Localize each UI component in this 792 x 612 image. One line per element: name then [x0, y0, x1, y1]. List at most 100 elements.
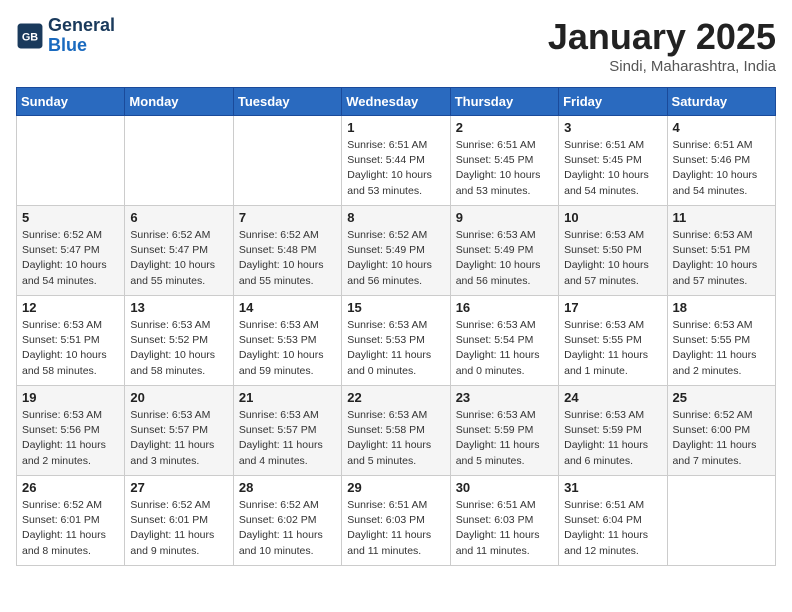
- day-number: 29: [347, 480, 444, 495]
- day-info: Sunrise: 6:53 AMSunset: 5:54 PMDaylight:…: [456, 318, 553, 379]
- calendar-cell: 17 Sunrise: 6:53 AMSunset: 5:55 PMDayligh…: [559, 296, 667, 386]
- day-info: Sunrise: 6:52 AMSunset: 6:01 PMDaylight:…: [130, 498, 227, 559]
- day-info: Sunrise: 6:51 AMSunset: 5:44 PMDaylight:…: [347, 138, 444, 199]
- location-subtitle: Sindi, Maharashtra, India: [548, 58, 776, 75]
- calendar-cell: 2 Sunrise: 6:51 AMSunset: 5:45 PMDaylight…: [450, 116, 558, 206]
- calendar-cell: [667, 476, 775, 566]
- calendar-cell: 23 Sunrise: 6:53 AMSunset: 5:59 PMDayligh…: [450, 386, 558, 476]
- calendar-cell: 27 Sunrise: 6:52 AMSunset: 6:01 PMDayligh…: [125, 476, 233, 566]
- day-info: Sunrise: 6:52 AMSunset: 5:48 PMDaylight:…: [239, 228, 336, 289]
- calendar-cell: 18Sunrise: 6:53 AMSunset: 5:55 PMDayligh…: [667, 296, 775, 386]
- calendar-table: SundayMondayTuesdayWednesdayThursdayFrid…: [16, 87, 776, 566]
- calendar-cell: 1Sunrise: 6:51 AMSunset: 5:44 PMDaylight…: [342, 116, 450, 206]
- day-info: Sunrise: 6:53 AMSunset: 5:51 PMDaylight:…: [673, 228, 770, 289]
- day-number: 30: [456, 480, 553, 495]
- day-info: Sunrise: 6:53 AMSunset: 5:53 PMDaylight:…: [347, 318, 444, 379]
- calendar-cell: 15 Sunrise: 6:53 AMSunset: 5:53 PMDayligh…: [342, 296, 450, 386]
- calendar-cell: 8 Sunrise: 6:52 AMSunset: 5:49 PMDaylight…: [342, 206, 450, 296]
- calendar-cell: 31Sunrise: 6:51 AMSunset: 6:04 PMDayligh…: [559, 476, 667, 566]
- month-title: January 2025: [548, 16, 776, 58]
- day-info: Sunrise: 6:53 AMSunset: 5:59 PMDaylight:…: [456, 408, 553, 469]
- calendar-cell: 25 Sunrise: 6:52 AMSunset: 6:00 PMDayligh…: [667, 386, 775, 476]
- day-info: Sunrise: 6:52 AMSunset: 5:47 PMDaylight:…: [130, 228, 227, 289]
- week-row-2: 5Sunrise: 6:52 AMSunset: 5:47 PMDaylight…: [17, 206, 776, 296]
- day-info: Sunrise: 6:51 AMSunset: 5:46 PMDaylight:…: [673, 138, 770, 199]
- day-info: Sunrise: 6:52 AMSunset: 6:00 PMDaylight:…: [673, 408, 770, 469]
- day-info: Sunrise: 6:51 AMSunset: 5:45 PMDaylight:…: [456, 138, 553, 199]
- day-info: Sunrise: 6:53 AMSunset: 5:57 PMDaylight:…: [130, 408, 227, 469]
- day-number: 26: [22, 480, 119, 495]
- day-info: Sunrise: 6:52 AMSunset: 5:47 PMDaylight:…: [22, 228, 119, 289]
- calendar-cell: [125, 116, 233, 206]
- day-info: Sunrise: 6:53 AMSunset: 5:49 PMDaylight:…: [456, 228, 553, 289]
- day-info: Sunrise: 6:53 AMSunset: 5:55 PMDaylight:…: [564, 318, 661, 379]
- day-info: Sunrise: 6:51 AMSunset: 6:04 PMDaylight:…: [564, 498, 661, 559]
- day-number: 7: [239, 210, 336, 225]
- day-number: 10: [564, 210, 661, 225]
- week-row-1: 1Sunrise: 6:51 AMSunset: 5:44 PMDaylight…: [17, 116, 776, 206]
- day-info: Sunrise: 6:53 AMSunset: 5:59 PMDaylight:…: [564, 408, 661, 469]
- day-number: 19: [22, 390, 119, 405]
- calendar-cell: 22 Sunrise: 6:53 AMSunset: 5:58 PMDayligh…: [342, 386, 450, 476]
- calendar-cell: 20Sunrise: 6:53 AMSunset: 5:57 PMDayligh…: [125, 386, 233, 476]
- calendar-cell: 12Sunrise: 6:53 AMSunset: 5:51 PMDayligh…: [17, 296, 125, 386]
- calendar-cell: [17, 116, 125, 206]
- day-number: 23: [456, 390, 553, 405]
- day-number: 12: [22, 300, 119, 315]
- day-info: Sunrise: 6:51 AMSunset: 5:45 PMDaylight:…: [564, 138, 661, 199]
- weekday-header-saturday: Saturday: [667, 88, 775, 116]
- day-number: 22: [347, 390, 444, 405]
- day-number: 24: [564, 390, 661, 405]
- day-info: Sunrise: 6:53 AMSunset: 5:57 PMDaylight:…: [239, 408, 336, 469]
- day-number: 28: [239, 480, 336, 495]
- calendar-cell: 28Sunrise: 6:52 AMSunset: 6:02 PMDayligh…: [233, 476, 341, 566]
- calendar-cell: [233, 116, 341, 206]
- weekday-header-sunday: Sunday: [17, 88, 125, 116]
- weekday-header-monday: Monday: [125, 88, 233, 116]
- calendar-cell: 26 Sunrise: 6:52 AMSunset: 6:01 PMDayligh…: [17, 476, 125, 566]
- weekday-header-tuesday: Tuesday: [233, 88, 341, 116]
- day-number: 15: [347, 300, 444, 315]
- day-number: 2: [456, 120, 553, 135]
- day-info: Sunrise: 6:53 AMSunset: 5:55 PMDaylight:…: [673, 318, 770, 379]
- calendar-cell: 6 Sunrise: 6:52 AMSunset: 5:47 PMDaylight…: [125, 206, 233, 296]
- calendar-cell: 4Sunrise: 6:51 AMSunset: 5:46 PMDaylight…: [667, 116, 775, 206]
- svg-text:GB: GB: [22, 31, 38, 43]
- weekday-header-friday: Friday: [559, 88, 667, 116]
- day-info: Sunrise: 6:52 AMSunset: 5:49 PMDaylight:…: [347, 228, 444, 289]
- day-info: Sunrise: 6:53 AMSunset: 5:50 PMDaylight:…: [564, 228, 661, 289]
- day-number: 14: [239, 300, 336, 315]
- calendar-cell: 19 Sunrise: 6:53 AMSunset: 5:56 PMDayligh…: [17, 386, 125, 476]
- calendar-cell: 30 Sunrise: 6:51 AMSunset: 6:03 PMDayligh…: [450, 476, 558, 566]
- logo: GB General Blue: [16, 16, 115, 56]
- day-number: 27: [130, 480, 227, 495]
- calendar-cell: 24 Sunrise: 6:53 AMSunset: 5:59 PMDayligh…: [559, 386, 667, 476]
- day-info: Sunrise: 6:52 AMSunset: 6:01 PMDaylight:…: [22, 498, 119, 559]
- day-number: 25: [673, 390, 770, 405]
- day-number: 11: [673, 210, 770, 225]
- day-number: 17: [564, 300, 661, 315]
- weekday-header-row: SundayMondayTuesdayWednesdayThursdayFrid…: [17, 88, 776, 116]
- calendar-cell: 5Sunrise: 6:52 AMSunset: 5:47 PMDaylight…: [17, 206, 125, 296]
- day-info: Sunrise: 6:53 AMSunset: 5:53 PMDaylight:…: [239, 318, 336, 379]
- day-number: 13: [130, 300, 227, 315]
- logo-icon: GB: [16, 22, 44, 50]
- title-area: January 2025 Sindi, Maharashtra, India: [548, 16, 776, 75]
- day-info: Sunrise: 6:53 AMSunset: 5:52 PMDaylight:…: [130, 318, 227, 379]
- week-row-4: 19 Sunrise: 6:53 AMSunset: 5:56 PMDayligh…: [17, 386, 776, 476]
- day-number: 16: [456, 300, 553, 315]
- day-info: Sunrise: 6:51 AMSunset: 6:03 PMDaylight:…: [456, 498, 553, 559]
- day-info: Sunrise: 6:53 AMSunset: 5:58 PMDaylight:…: [347, 408, 444, 469]
- logo-blue: Blue: [48, 36, 115, 56]
- calendar-cell: 7 Sunrise: 6:52 AMSunset: 5:48 PMDaylight…: [233, 206, 341, 296]
- day-number: 3: [564, 120, 661, 135]
- logo-general: General: [48, 16, 115, 36]
- day-info: Sunrise: 6:53 AMSunset: 5:56 PMDaylight:…: [22, 408, 119, 469]
- day-info: Sunrise: 6:51 AMSunset: 6:03 PMDaylight:…: [347, 498, 444, 559]
- calendar-cell: 14 Sunrise: 6:53 AMSunset: 5:53 PMDayligh…: [233, 296, 341, 386]
- day-number: 6: [130, 210, 227, 225]
- header: GB General Blue January 2025 Sindi, Maha…: [16, 16, 776, 75]
- calendar-cell: 21Sunrise: 6:53 AMSunset: 5:57 PMDayligh…: [233, 386, 341, 476]
- calendar-cell: 9Sunrise: 6:53 AMSunset: 5:49 PMDaylight…: [450, 206, 558, 296]
- day-number: 8: [347, 210, 444, 225]
